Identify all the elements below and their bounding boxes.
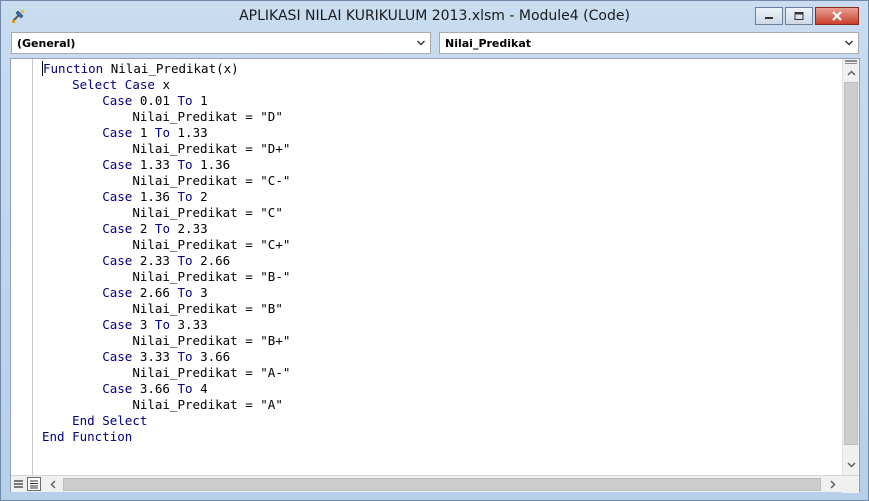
combo-bar: (General) Nilai_Predikat	[11, 32, 859, 56]
code-line[interactable]: Nilai_Predikat = "B+"	[42, 333, 842, 349]
scroll-up-button[interactable]	[843, 65, 859, 81]
chevron-down-icon	[845, 40, 853, 46]
close-button[interactable]	[815, 7, 859, 25]
code-line[interactable]: Nilai_Predikat = "A-"	[42, 365, 842, 381]
scroll-right-button[interactable]	[825, 477, 841, 492]
scroll-down-button[interactable]	[843, 457, 859, 473]
window-title: APLIKASI NILAI KURIKULUM 2013.xlsm - Mod…	[239, 8, 630, 24]
minimize-button[interactable]	[755, 7, 783, 25]
title-bar[interactable]: APLIKASI NILAI KURIKULUM 2013.xlsm - Mod…	[1, 1, 868, 31]
code-line[interactable]: Nilai_Predikat = "B-"	[42, 269, 842, 285]
full-module-view-button[interactable]	[27, 477, 41, 491]
code-line[interactable]: Nilai_Predikat = "C-"	[42, 173, 842, 189]
code-line[interactable]: Case 1 To 1.33	[42, 125, 842, 141]
procedure-dropdown-value: Nilai_Predikat	[445, 37, 532, 50]
code-line[interactable]: Function Nilai_Predikat(x)	[42, 61, 842, 77]
code-line[interactable]: Nilai_Predikat = "D+"	[42, 141, 842, 157]
split-bar[interactable]	[845, 60, 857, 64]
code-line[interactable]: Nilai_Predikat = "C+"	[42, 237, 842, 253]
code-line[interactable]: Case 2.33 To 2.66	[42, 253, 842, 269]
code-line[interactable]: Nilai_Predikat = "C"	[42, 205, 842, 221]
object-dropdown-value: (General)	[17, 37, 76, 50]
code-pane[interactable]: Function Nilai_Predikat(x) Select Case x…	[42, 61, 842, 471]
vertical-scrollbar[interactable]	[842, 59, 859, 475]
code-line[interactable]: Case 2 To 2.33	[42, 221, 842, 237]
margin-indicator-bar[interactable]	[11, 59, 33, 475]
code-line[interactable]: Nilai_Predikat = "D"	[42, 109, 842, 125]
chevron-down-icon	[417, 40, 425, 46]
maximize-icon	[794, 12, 804, 20]
code-line[interactable]: Select Case x	[42, 77, 842, 93]
chevron-right-icon	[830, 480, 836, 489]
code-line[interactable]: Case 1.33 To 1.36	[42, 157, 842, 173]
code-line[interactable]: Case 0.01 To 1	[42, 93, 842, 109]
code-line[interactable]: End Select	[42, 413, 842, 429]
code-line[interactable]: Nilai_Predikat = "B"	[42, 301, 842, 317]
full-module-view-icon	[30, 480, 38, 489]
code-line[interactable]: Case 3.66 To 4	[42, 381, 842, 397]
code-window: APLIKASI NILAI KURIKULUM 2013.xlsm - Mod…	[0, 0, 869, 501]
code-line[interactable]: Case 3 To 3.33	[42, 317, 842, 333]
code-line[interactable]: Nilai_Predikat = "A"	[42, 397, 842, 413]
bottom-bar	[11, 475, 859, 493]
procedure-view-button[interactable]	[12, 477, 25, 491]
window-controls	[755, 7, 859, 25]
minimize-icon	[765, 17, 773, 19]
scroll-left-button[interactable]	[45, 477, 61, 492]
horizontal-scroll-thumb[interactable]	[63, 478, 821, 491]
code-line[interactable]: Case 2.66 To 3	[42, 285, 842, 301]
chevron-left-icon	[50, 480, 56, 489]
code-line[interactable]: Case 1.36 To 2	[42, 189, 842, 205]
object-dropdown[interactable]: (General)	[11, 32, 431, 54]
code-editor[interactable]: Function Nilai_Predikat(x) Select Case x…	[10, 58, 860, 493]
chevron-up-icon	[846, 70, 856, 76]
chevron-down-icon	[846, 462, 856, 468]
maximize-button[interactable]	[785, 7, 813, 25]
vertical-scroll-thumb[interactable]	[844, 82, 858, 445]
procedure-view-icon	[14, 480, 23, 488]
scrollbar-corner	[842, 476, 859, 493]
code-line[interactable]: End Function	[42, 429, 842, 445]
code-line[interactable]: Case 3.33 To 3.66	[42, 349, 842, 365]
close-icon	[832, 11, 842, 21]
procedure-dropdown[interactable]: Nilai_Predikat	[439, 32, 859, 54]
